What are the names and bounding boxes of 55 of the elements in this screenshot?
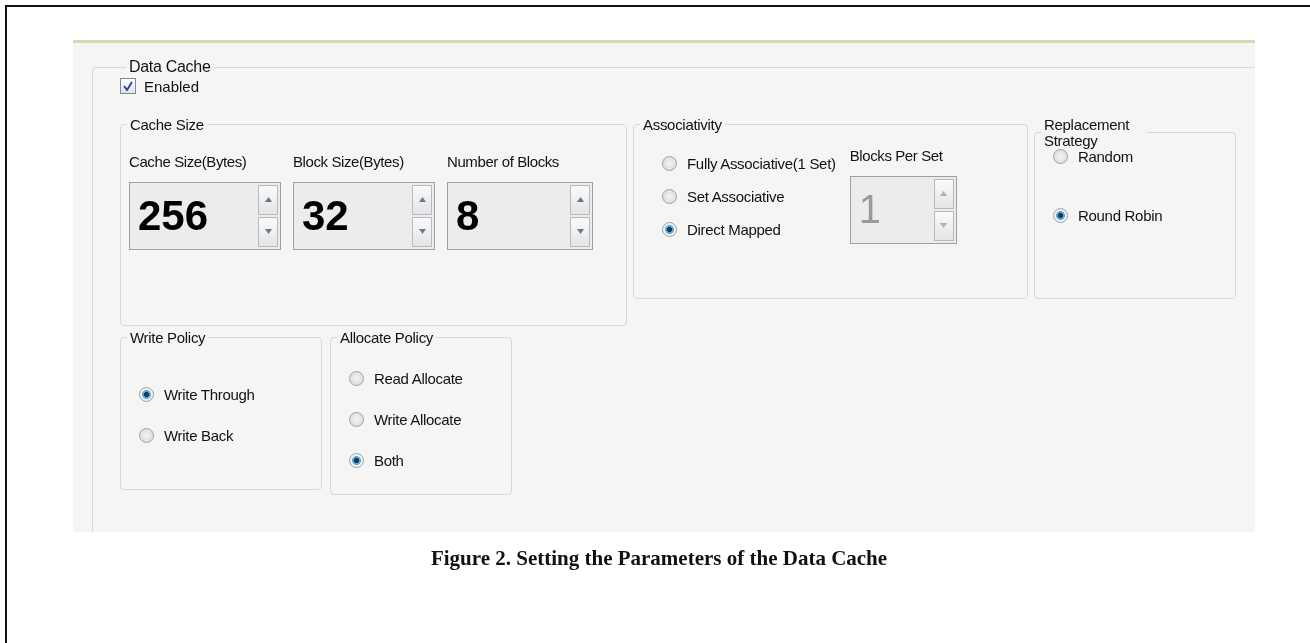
spin-value: 1 xyxy=(857,186,882,234)
down-arrow-icon xyxy=(264,229,272,235)
up-arrow-icon xyxy=(576,197,584,203)
group-title: Data Cache xyxy=(128,59,212,76)
radio-label: Fully Associative(1 Set) xyxy=(687,154,836,172)
radio-label: Write Back xyxy=(164,426,234,444)
radio-label: Round Robin xyxy=(1078,207,1163,225)
down-arrow-icon xyxy=(576,229,584,235)
group-title: Allocate Policy xyxy=(339,329,435,346)
up-arrow-icon xyxy=(418,197,426,203)
radio-button[interactable] xyxy=(1053,208,1068,224)
field-label: Blocks Per Set xyxy=(849,146,944,164)
radio-label: Both xyxy=(374,451,404,469)
spin-down-button[interactable] xyxy=(570,216,590,247)
field-label: Block Size(Bytes) xyxy=(293,152,405,170)
spin-value: 32 xyxy=(301,190,350,241)
spin-box[interactable]: 256 xyxy=(129,181,281,250)
radio-button[interactable] xyxy=(349,411,364,427)
group-title: Replacement Strategy xyxy=(1043,116,1131,149)
up-arrow-icon xyxy=(264,197,272,203)
radio-label: Write Through xyxy=(164,385,255,403)
group-title: Write Policy xyxy=(129,329,207,346)
spin-up-button[interactable] xyxy=(570,184,590,215)
up-arrow-icon xyxy=(940,191,948,197)
group-title: Cache Size xyxy=(129,116,205,133)
radio-button[interactable] xyxy=(349,370,364,386)
spin-value: 256 xyxy=(137,190,210,241)
radio-button[interactable] xyxy=(662,221,677,237)
field-label: Cache Size(Bytes) xyxy=(129,152,248,170)
checkbox[interactable] xyxy=(120,78,136,95)
radio-label: Read Allocate xyxy=(374,369,463,387)
check-icon xyxy=(123,81,133,92)
radio-button[interactable] xyxy=(139,427,154,443)
down-arrow-icon xyxy=(418,229,426,235)
radio-button[interactable] xyxy=(349,452,364,468)
spin-up-button[interactable] xyxy=(412,184,432,215)
radio-label: Direct Mapped xyxy=(687,220,781,238)
spin-value: 8 xyxy=(455,190,481,241)
spin-box[interactable]: 8 xyxy=(447,181,593,250)
spin-down-button[interactable] xyxy=(258,216,278,247)
down-arrow-icon xyxy=(940,223,948,229)
radio-label: Set Associative xyxy=(687,187,785,205)
radio-button[interactable] xyxy=(662,155,677,171)
checkbox-label: Enabled xyxy=(144,77,200,95)
radio-label: Random xyxy=(1078,148,1133,166)
spin-up-button[interactable] xyxy=(258,184,278,215)
radio-button[interactable] xyxy=(662,188,677,204)
radio-button[interactable] xyxy=(139,386,154,402)
field-label: Number of Blocks xyxy=(447,152,560,170)
radio-label: Write Allocate xyxy=(374,410,462,428)
spin-box[interactable]: 32 xyxy=(293,181,435,250)
figure-caption: Figure 2. Setting the Parameters of the Data Cache xyxy=(429,546,889,571)
group-title: Associativity xyxy=(642,116,723,133)
radio-button[interactable] xyxy=(1053,149,1068,165)
spin-down-button[interactable] xyxy=(412,216,432,247)
